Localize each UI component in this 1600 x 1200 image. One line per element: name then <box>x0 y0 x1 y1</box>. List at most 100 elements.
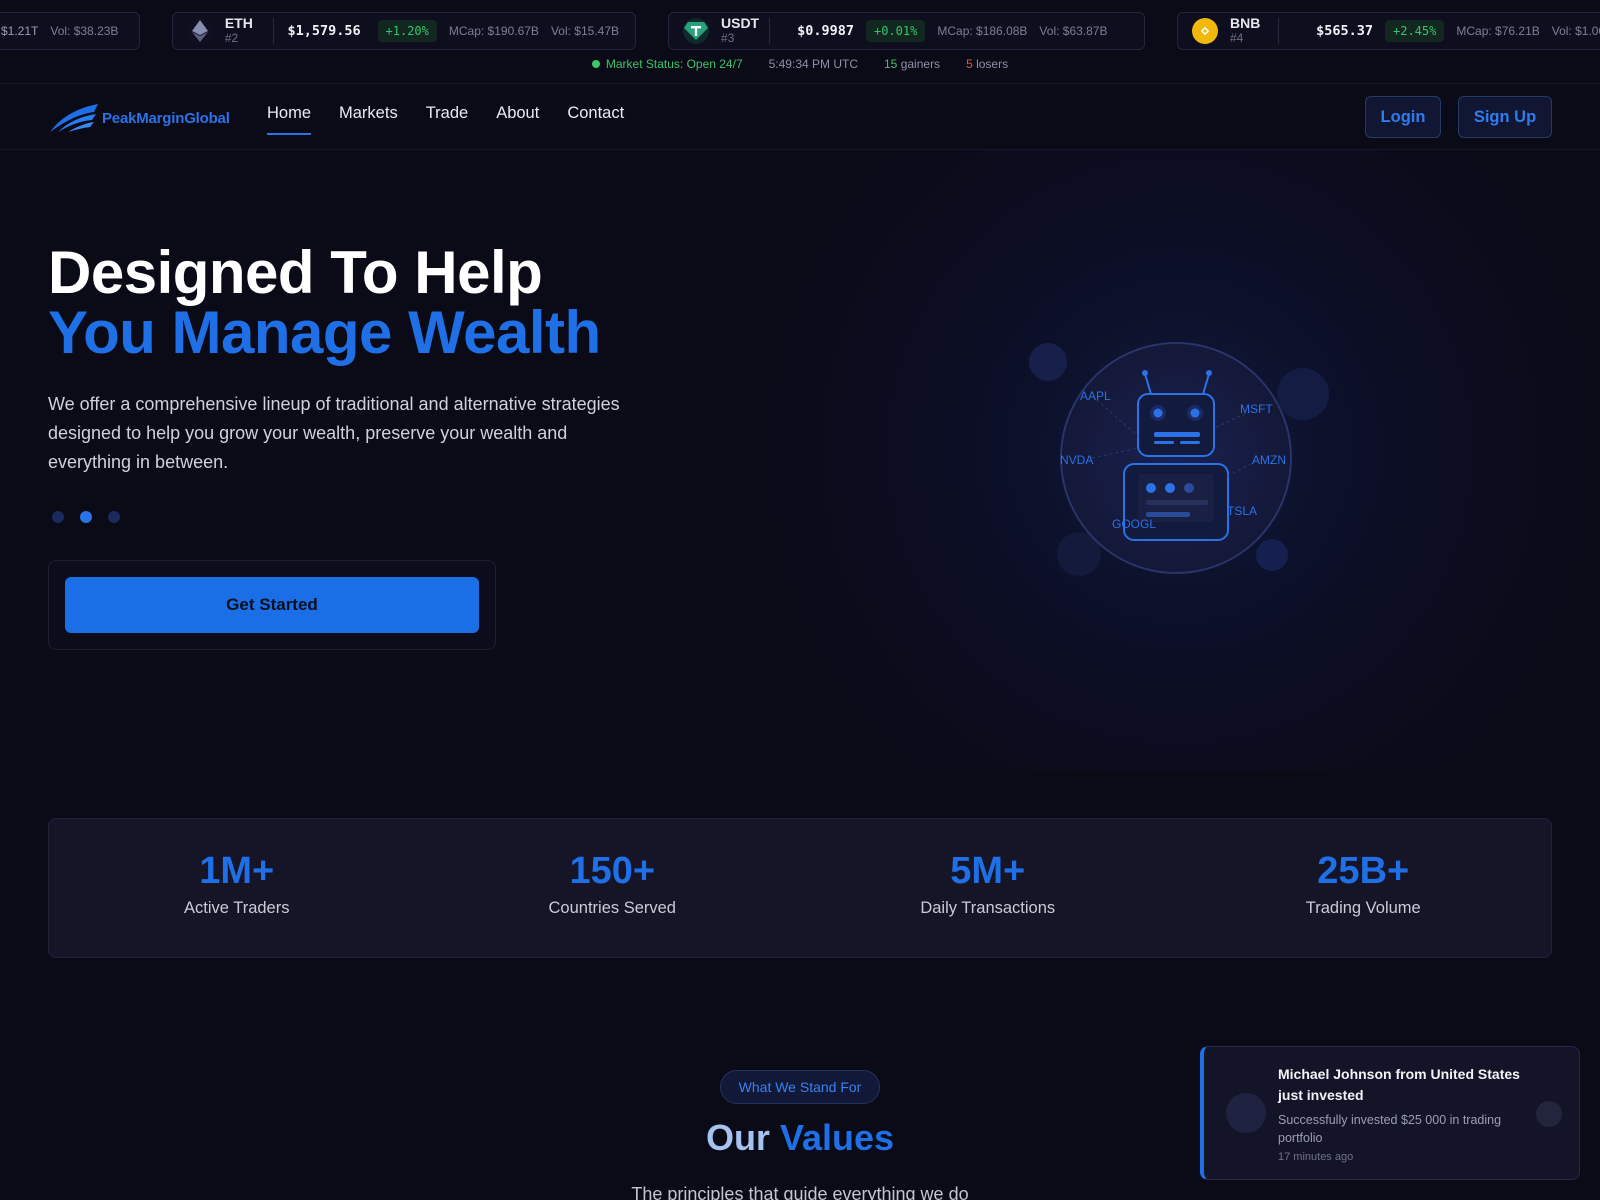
hero-section: Designed To Help You Manage Wealth We of… <box>0 150 1600 770</box>
robot-label-googl: GOOGL <box>1112 517 1156 531</box>
ticker-card-eth[interactable]: ETH #2 $1,579.56 +1.20% MCap: $190.67B V… <box>172 12 636 50</box>
ticker-card-usdt[interactable]: USDT #3 $0.9987 +0.01% MCap: $186.08B Vo… <box>668 12 1145 50</box>
price-ticker: $1.21T Vol: $38.23B ETH #2 $1,579.56 +1.… <box>0 0 1600 84</box>
brand-logo[interactable]: PeakMarginGlobal <box>48 102 230 134</box>
market-time: 5:49:34 PM UTC <box>768 57 858 71</box>
gainers-count: 15 <box>884 57 898 71</box>
stat-value: 5M+ <box>950 850 1026 892</box>
ticker-mcap: $1.21T <box>1 24 39 38</box>
market-status-text: Market Status: Open 24/7 <box>605 57 743 71</box>
stat-label: Active Traders <box>184 899 290 917</box>
ticker-symbol: BNB <box>1230 15 1261 31</box>
ticker-price: $1,579.56 <box>287 23 361 39</box>
stat-label: Countries Served <box>548 899 676 917</box>
stat-value: 1M+ <box>199 850 275 892</box>
robot-head <box>1137 393 1215 457</box>
ticker-mcap: MCap: $190.67B <box>448 24 539 38</box>
values-title-part2: Values <box>779 1117 895 1158</box>
ticker-symbol: USDT <box>721 15 760 31</box>
ticker-rank: #2 <box>224 31 239 45</box>
ticker-vol: Vol: $63.87B <box>1039 24 1108 38</box>
ticker-vol: Vol: $38.23B <box>50 24 119 38</box>
hero-title-line2: You Manage Wealth <box>48 299 601 366</box>
stat-countries-served: 150+ Countries Served <box>425 819 801 957</box>
ticker-card-bnb[interactable]: BNB #4 $565.37 +2.45% MCap: $76.21B Vol:… <box>1177 12 1600 50</box>
antenna-tip <box>1142 370 1148 376</box>
robot-label-msft: MSFT <box>1240 402 1273 416</box>
losers-label: losers <box>976 57 1009 71</box>
toast-title: Michael Johnson from United States just … <box>1278 1066 1520 1103</box>
carousel-dot-3[interactable] <box>108 511 120 523</box>
robot-light <box>1184 483 1194 493</box>
stat-trading-volume: 25B+ Trading Volume <box>1176 819 1552 957</box>
robot-mouth <box>1154 441 1174 444</box>
ticker-change: +1.20% <box>377 20 437 42</box>
brand-name: PeakMarginGlobal <box>102 109 230 127</box>
ticker-price: $0.9987 <box>797 23 854 39</box>
carousel-dot-2[interactable] <box>80 511 92 523</box>
signup-button[interactable]: Sign Up <box>1458 96 1552 138</box>
ticker-symbol: ETH <box>224 15 253 31</box>
ticker-mcap: MCap: $76.21B <box>1456 24 1540 38</box>
stat-label: Trading Volume <box>1305 899 1421 917</box>
robot-label-amzn: AMZN <box>1252 453 1286 467</box>
stats-panel: 1M+ Active Traders 150+ Countries Served… <box>48 818 1552 958</box>
toast-message: Successfully invested $25 000 in trading… <box>1278 1113 1502 1145</box>
ticker-rank: #3 <box>721 31 735 45</box>
losers-count: 5 <box>966 57 973 71</box>
values-section-badge: What We Stand For <box>720 1070 880 1104</box>
ticker-mcap: MCap: $186.08B <box>937 24 1028 38</box>
get-started-button[interactable]: Get Started <box>65 577 479 633</box>
robot-light <box>1165 483 1175 493</box>
ticker-price: $565.37 <box>1316 23 1373 39</box>
bubble-decor <box>1277 368 1329 420</box>
robot-label-aapl: AAPL <box>1080 389 1111 403</box>
trading-robot-illustration: AAPL MSFT NVDA AMZN GOOGL TSLA <box>1029 342 1329 576</box>
close-icon[interactable] <box>1536 1101 1562 1127</box>
antenna-tip <box>1206 370 1212 376</box>
ticker-change: +0.01% <box>866 20 926 42</box>
robot-eye <box>1190 408 1200 418</box>
carousel-dot-1[interactable] <box>52 511 64 523</box>
status-dot-icon <box>591 60 600 68</box>
nav-link-about[interactable]: About <box>496 104 539 134</box>
nav-link-home[interactable]: Home <box>267 104 312 135</box>
carousel-dots <box>52 511 120 523</box>
ticker-vol: Vol: $15.47B <box>550 24 619 38</box>
bubble-decor <box>1029 343 1067 381</box>
nav-link-markets[interactable]: Markets <box>339 104 398 134</box>
ethereum-icon <box>187 18 213 44</box>
robot-screen-bar <box>1146 500 1208 505</box>
avatar <box>1226 1093 1266 1133</box>
ticker-card-partial[interactable]: $1.21T Vol: $38.23B <box>0 12 140 50</box>
gainers-label: gainers <box>900 57 941 71</box>
stat-label: Daily Transactions <box>920 899 1056 917</box>
stat-daily-transactions: 5M+ Daily Transactions <box>800 819 1176 957</box>
ticker-rank: #4 <box>1230 31 1244 45</box>
cta-container: Get Started <box>48 560 496 650</box>
values-subtitle: The principles that guide everything we … <box>631 1184 969 1200</box>
ticker-change: +2.45% <box>1385 20 1445 42</box>
main-navbar: PeakMarginGlobal Home Markets Trade Abou… <box>0 84 1600 150</box>
stat-active-traders: 1M+ Active Traders <box>49 819 425 957</box>
robot-mouth <box>1180 441 1200 444</box>
stat-value: 25B+ <box>1317 850 1410 892</box>
values-title-part1: Our <box>705 1117 770 1158</box>
login-button[interactable]: Login <box>1365 96 1441 138</box>
hero-description: We offer a comprehensive lineup of tradi… <box>48 394 620 472</box>
investment-notification-toast[interactable]: Michael Johnson from United States just … <box>1200 1046 1580 1180</box>
robot-mouth <box>1154 432 1200 437</box>
brand-wing-icon <box>50 104 98 132</box>
robot-label-nvda: NVDA <box>1060 453 1093 467</box>
toast-timestamp: 17 minutes ago <box>1278 1151 1354 1163</box>
robot-eye <box>1153 408 1163 418</box>
robot-light <box>1146 483 1156 493</box>
nav-links: Home Markets Trade About Contact <box>267 104 652 135</box>
bnb-icon <box>1192 18 1218 44</box>
nav-link-trade[interactable]: Trade <box>426 104 469 134</box>
nav-link-contact[interactable]: Contact <box>567 104 624 134</box>
stat-value: 150+ <box>569 850 656 892</box>
robot-label-tsla: TSLA <box>1227 504 1257 518</box>
hero-title-line1: Designed To Help <box>48 239 543 306</box>
tether-icon <box>683 18 709 44</box>
